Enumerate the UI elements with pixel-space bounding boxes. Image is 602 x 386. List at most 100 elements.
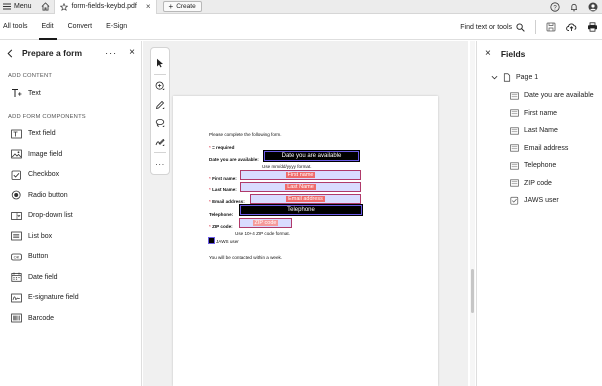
date-available-field[interactable]: Date you are available (263, 150, 360, 162)
close-tab-icon[interactable]: × (146, 2, 151, 11)
email-address-field[interactable]: Email address (250, 194, 361, 204)
list-box-tool[interactable]: List box (0, 226, 141, 247)
date-field-icon (11, 272, 22, 282)
radio-button-icon (11, 190, 21, 200)
text-field-icon (510, 92, 519, 100)
image-field-icon (11, 149, 22, 159)
text-field-icon (510, 162, 519, 170)
more-options-icon[interactable]: ··· (105, 48, 117, 58)
tab-convert-label: Convert (67, 23, 93, 30)
checkbox-tool[interactable]: Checkbox (0, 165, 141, 186)
first-name-field[interactable]: First name (240, 170, 361, 180)
pen-icon (155, 100, 165, 109)
zip-code-field[interactable]: ZIP code (239, 218, 292, 228)
help-icon[interactable]: ? (550, 2, 560, 12)
signature-tool[interactable] (152, 133, 168, 152)
closing-text: You will be contacted within a week. (209, 255, 283, 260)
notifications-icon[interactable] (569, 2, 579, 12)
chevron-down-icon[interactable] (491, 74, 498, 81)
signature-pen-icon (155, 138, 165, 147)
zip-required-marker: * (209, 224, 211, 229)
button-label: Button (28, 253, 49, 261)
add-text-tool[interactable]: Text (0, 83, 141, 104)
field-item-label: First name (524, 109, 558, 117)
account-avatar-icon[interactable] (588, 2, 598, 12)
print-icon[interactable] (587, 22, 598, 32)
e-signature-icon (11, 293, 22, 303)
text-field-icon (510, 127, 519, 135)
telephone-field[interactable]: Telephone (239, 204, 363, 216)
zip-code-field-name: ZIP code (252, 220, 279, 226)
star-icon[interactable] (59, 2, 68, 11)
tab-e-sign[interactable]: E-Sign (99, 14, 134, 40)
add-text-label: Text (28, 89, 41, 97)
cloud-upload-icon[interactable] (566, 22, 577, 32)
home-button[interactable] (38, 0, 54, 14)
tree-page-node[interactable]: Page 1 (477, 67, 602, 87)
select-tool[interactable] (152, 54, 168, 73)
button-tool[interactable]: OK Button (0, 247, 141, 268)
create-button[interactable]: + Create (162, 1, 202, 12)
tab-all-tools-label: All tools (3, 23, 28, 30)
field-item-jaws-user[interactable]: JAWS user (477, 192, 602, 210)
canvas-scrollbar[interactable] (470, 41, 475, 386)
more-icon: ··· (155, 159, 165, 169)
field-item-email-address[interactable]: Email address (477, 140, 602, 158)
comment-icon (155, 81, 165, 90)
document-tab-name: form-fields-keybd.pdf (71, 3, 137, 10)
toolbar-divider (535, 20, 536, 34)
text-icon (12, 89, 22, 98)
toolbar-actions: Find text or tools (460, 14, 598, 40)
field-item-last-name[interactable]: Last Name (477, 122, 602, 140)
scrollbar-thumb[interactable] (471, 269, 474, 313)
required-note: = required (210, 145, 235, 150)
tab-edit[interactable]: Edit (35, 14, 61, 40)
list-box-label: List box (28, 232, 53, 240)
document-canvas: Please complete the following form. * = … (143, 41, 468, 386)
field-item-date-available[interactable]: Date you are available (477, 87, 602, 105)
image-field-tool[interactable]: Image field (0, 144, 141, 165)
first-name-required-marker: * (209, 176, 211, 181)
plus-icon: + (168, 1, 174, 11)
document-tab[interactable]: form-fields-keybd.pdf × (53, 0, 157, 14)
close-panel-icon[interactable]: × (129, 48, 135, 58)
text-field-icon (11, 129, 22, 139)
menu-button[interactable]: Menu (0, 0, 38, 14)
more-tools-button[interactable]: ··· (152, 155, 168, 174)
rail-divider (154, 73, 166, 75)
save-icon[interactable] (546, 22, 556, 32)
dropdown-list-tool[interactable]: Drop-down list (0, 206, 141, 227)
close-fields-panel-icon[interactable]: × (485, 49, 491, 59)
menu-label: Menu (14, 3, 32, 10)
date-available-field-name: Date you are available (281, 153, 342, 159)
comment-tool[interactable] (152, 77, 168, 96)
field-item-telephone[interactable]: Telephone (477, 157, 602, 175)
image-field-label: Image field (28, 150, 63, 158)
add-content-heading: ADD CONTENT (8, 73, 53, 79)
checkbox-label: Checkbox (28, 171, 60, 179)
jaws-user-checkbox[interactable] (208, 237, 215, 244)
radio-button-label: Radio button (28, 191, 68, 199)
date-field-label: Date field (28, 273, 58, 281)
radio-button-tool[interactable]: Radio button (0, 185, 141, 206)
tab-all-tools[interactable]: All tools (0, 14, 35, 40)
text-field-tool[interactable]: Text field (0, 124, 141, 145)
date-field-tool[interactable]: Date field (0, 267, 141, 288)
list-box-icon (11, 231, 22, 241)
e-signature-field-tool[interactable]: E-signature field (0, 288, 141, 309)
last-name-field[interactable]: Last Name (240, 182, 361, 192)
zip-label-text: ZIP code: (212, 224, 233, 229)
search-icon (516, 22, 525, 32)
date-label: Date you are available: (209, 157, 259, 162)
back-arrow-icon[interactable] (6, 49, 14, 58)
barcode-tool[interactable]: Barcode (0, 308, 141, 329)
tab-convert[interactable]: Convert (61, 14, 100, 40)
field-item-first-name[interactable]: First name (477, 105, 602, 123)
field-item-zip-code[interactable]: ZIP code (477, 175, 602, 193)
barcode-icon (11, 313, 22, 323)
draw-tool[interactable] (152, 95, 168, 114)
find-text-or-tools-button[interactable]: Find text or tools (460, 22, 525, 32)
tree-page-label: Page 1 (516, 73, 539, 81)
email-address-field-name: Email address (286, 196, 325, 202)
lasso-tool[interactable] (152, 114, 168, 133)
